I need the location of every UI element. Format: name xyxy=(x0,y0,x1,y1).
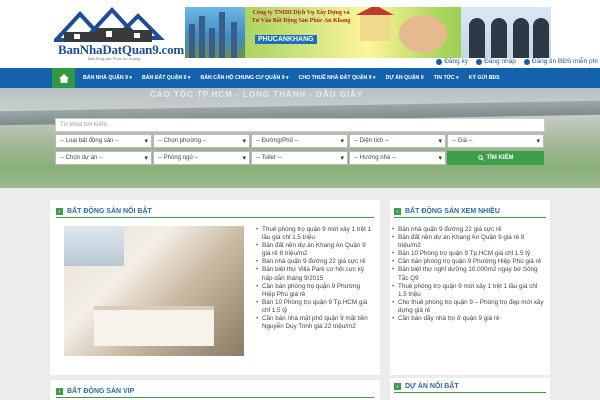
home-icon xyxy=(58,73,69,83)
login-icon xyxy=(476,58,483,65)
price-select[interactable]: -- Giá -- xyxy=(447,134,544,148)
list-item[interactable]: Cần bán nhà mặt phố quận 9 mặt tiền Nguy… xyxy=(256,315,374,331)
keyword-search-input[interactable]: Từ khóa tìm kiếm xyxy=(55,118,545,132)
search-icon xyxy=(477,155,484,161)
banner-city-image xyxy=(185,7,245,58)
list-item[interactable]: Bán biệt thự nghỉ dưỡng 10.000m2 ngay bờ… xyxy=(392,266,546,282)
direction-select[interactable]: -- Hướng nhà -- xyxy=(349,151,446,165)
list-item[interactable]: Bán 10 Phòng trọ quận 9 Tp.HCM giá chỉ 1… xyxy=(256,299,374,315)
search-button-label: TÌM KIẾM xyxy=(486,155,514,161)
list-item[interactable]: Cần bán phòng trọ quận 9 Phường Hiệp Phú… xyxy=(256,283,374,299)
banner-people-image xyxy=(461,7,551,58)
thumbnail-window xyxy=(64,226,124,266)
nav-cho-thue[interactable]: CHO THUÊ NHÀ ĐẤT QUẬN 9 ▾ xyxy=(294,68,381,88)
featured-thumbnail[interactable] xyxy=(64,226,244,356)
search-row-2: -- Chọn dự án -- -- Phòng ngủ -- -- Toil… xyxy=(55,151,544,165)
nav-ban-can-ho[interactable]: BÁN CĂN HỘ CHUNG CƯ QUẬN 9 ▾ xyxy=(195,68,293,88)
header-banner[interactable]: Công ty TNHH Dịch Vụ Xây Dựng và Tư Vấn … xyxy=(185,7,551,58)
search-button[interactable]: TÌM KIẾM xyxy=(447,151,544,165)
area-select[interactable]: -- Diện tích -- xyxy=(349,134,446,148)
list-item[interactable]: Thuê phòng trọ quận 9 mới xây 1 trệt 1 l… xyxy=(256,226,374,242)
featured-heading: › BẤT ĐỘNG SẢN NỔI BẬT xyxy=(56,206,374,218)
ward-select[interactable]: -- Chọn phường -- xyxy=(153,134,250,148)
street-select[interactable]: -- Đường/Phố -- xyxy=(251,134,348,148)
list-item[interactable]: Bán nhà quận 9 đường 22 giá cực rẻ xyxy=(392,226,546,234)
list-item[interactable]: Cần bán dãy nhà trọ ở quận 9 giá rẻ xyxy=(392,315,546,323)
projects-title[interactable]: DỰ ÁN NỔI BẬT xyxy=(405,383,459,390)
register-link[interactable]: Đăng ký xyxy=(436,58,468,65)
user-icon xyxy=(436,58,443,65)
banner-hands-image xyxy=(399,15,447,53)
top-links: Đăng ký Đăng nhập Đăng tin BĐS miễn phí xyxy=(436,58,598,65)
list-item[interactable]: Bán đất nền dự án Khang An Quận 9 giá rẻ… xyxy=(392,234,546,250)
vip-heading: › BẤT ĐỘNG SẢN VIP xyxy=(56,386,374,398)
projects-heading: › DỰ ÁN NỔI BẬT xyxy=(394,381,546,393)
site-header: BanNhaDatQuan9.com Bất động sản Phúc An … xyxy=(0,0,600,68)
thumbnail-bed xyxy=(94,306,214,346)
edit-icon xyxy=(523,58,530,65)
nav-items: BÁN NHÀ QUẬN 9 ▾ BÁN ĐẤT QUẬN 9 ▾ BÁN CĂ… xyxy=(78,68,505,88)
search-row-1: -- Loại bất động sản -- -- Chọn phường -… xyxy=(55,134,544,148)
list-item[interactable]: Bán nhà quận 9 đường 22 giá cực rẻ xyxy=(256,258,374,266)
vip-title[interactable]: BẤT ĐỘNG SẢN VIP xyxy=(67,388,134,395)
list-item[interactable]: Thuê phòng trọ quận 9 mới xây 1 trệt 1 l… xyxy=(392,283,546,299)
bedrooms-select[interactable]: -- Phòng ngủ -- xyxy=(153,151,250,165)
list-item[interactable]: Bán đất nền dự án Khang An Quận 9 giá rẻ… xyxy=(256,242,374,258)
logo-tagline: Bất động sản Phúc An Khang xyxy=(88,56,141,61)
main-nav: BÁN NHÀ QUẬN 9 ▾ BÁN ĐẤT QUẬN 9 ▾ BÁN CĂ… xyxy=(0,68,600,88)
nav-du-an[interactable]: DỰ ÁN QUẬN 9 xyxy=(381,68,429,88)
most-viewed-title[interactable]: BẤT ĐỘNG SẢN XEM NHIỀU xyxy=(405,208,500,215)
list-item[interactable]: Bán biệt thự Villa Park cơ hội cực kỳ hấ… xyxy=(256,266,374,282)
chevron-right-icon: › xyxy=(394,383,401,390)
featured-list: Thuê phòng trọ quận 9 mới xây 1 trệt 1 l… xyxy=(256,226,374,331)
banner-house-image xyxy=(356,7,394,41)
nav-ban-dat-quan-9[interactable]: BÁN ĐẤT QUẬN 9 ▾ xyxy=(137,68,195,88)
project-select[interactable]: -- Chọn dự án -- xyxy=(55,151,152,165)
banner-brand: PHUCANKHANG xyxy=(255,35,317,44)
most-viewed-heading: › BẤT ĐỘNG SẢN XEM NHIỀU xyxy=(394,206,546,218)
chevron-right-icon: › xyxy=(56,208,63,215)
most-viewed-list: Bán nhà quận 9 đường 22 giá cực rẻ Bán đ… xyxy=(392,226,546,323)
post-listing-link[interactable]: Đăng tin BĐS miễn phí xyxy=(523,58,598,65)
nav-ky-gui[interactable]: KÝ GỬI BĐS xyxy=(464,68,505,88)
nav-ban-nha-quan-9[interactable]: BÁN NHÀ QUẬN 9 ▾ xyxy=(78,68,137,88)
chevron-right-icon: › xyxy=(394,208,401,215)
nav-home-button[interactable] xyxy=(52,68,75,88)
nav-tin-tuc[interactable]: TIN TỨC ▾ xyxy=(429,68,464,88)
hero-sign-text: CAO TỐC TP.HCM - LONG THÀNH - DẦU GIÂY xyxy=(150,90,364,99)
list-item[interactable]: Cho thuê phòng trọ quận 9 – Phòng trọ đẹ… xyxy=(392,299,546,315)
login-link[interactable]: Đăng nhập xyxy=(476,58,516,65)
featured-title[interactable]: BẤT ĐỘNG SẢN NỔI BẬT xyxy=(67,208,152,215)
banner-company-title: Công ty TNHH Dịch Vụ Xây Dựng và Tư Vấn … xyxy=(251,10,351,24)
chevron-right-icon: › xyxy=(56,388,63,395)
toilet-select[interactable]: -- Toilet -- xyxy=(251,151,348,165)
property-type-select[interactable]: -- Loại bất động sản -- xyxy=(55,134,152,148)
